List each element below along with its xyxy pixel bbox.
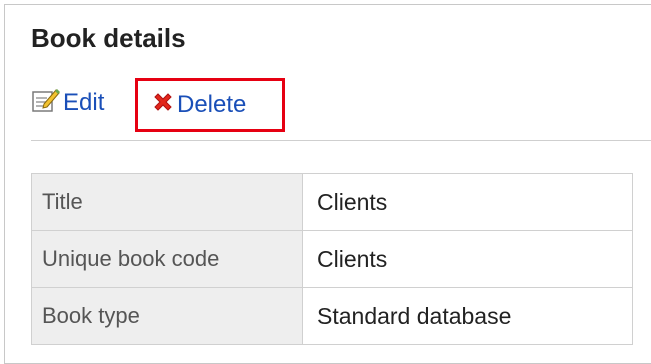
row-label-unique-book-code: Unique book code [31, 230, 303, 288]
row-value-book-type: Standard database [302, 287, 633, 345]
toolbar-divider [31, 140, 651, 141]
edit-link[interactable]: Edit [31, 85, 104, 121]
book-details-table: Title Clients Unique book code Clients B… [31, 173, 633, 345]
edit-label: Edit [63, 89, 105, 116]
table-row: Book type Standard database [31, 287, 633, 345]
page-title: Book details [31, 23, 186, 53]
book-details-panel: Book details Edit Delete Title Clients U… [4, 4, 651, 364]
table-row: Unique book code Clients [31, 230, 633, 288]
delete-link[interactable]: Delete [135, 78, 285, 132]
delete-icon [151, 90, 175, 121]
row-value-title: Clients [302, 173, 633, 231]
row-label-book-type: Book type [31, 287, 303, 345]
row-value-unique-book-code: Clients [302, 230, 633, 288]
edit-icon [31, 87, 61, 120]
row-label-title: Title [31, 173, 303, 231]
table-row: Title Clients [31, 173, 633, 231]
delete-label: Delete [177, 91, 247, 118]
